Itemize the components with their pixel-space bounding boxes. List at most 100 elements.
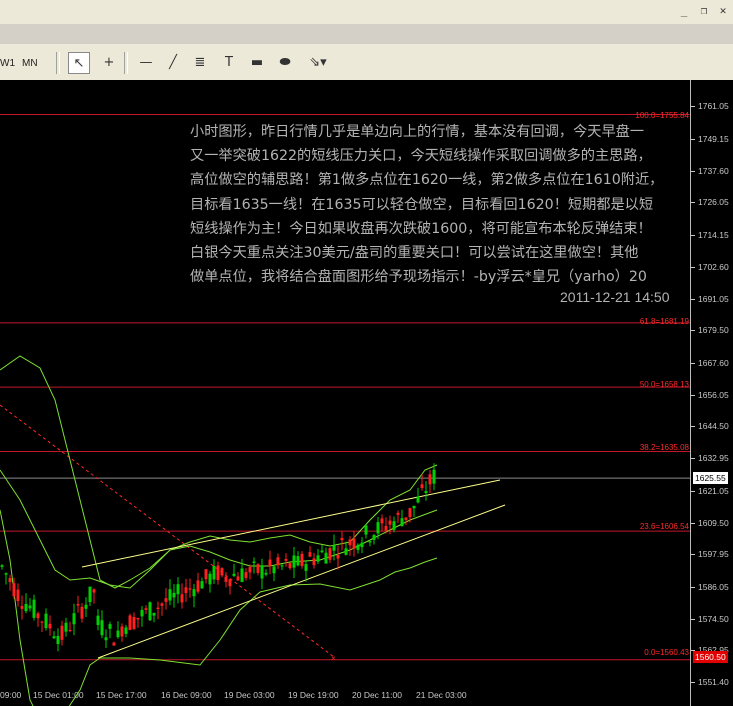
bull-candle: [152, 612, 156, 616]
bull-candle: [432, 469, 436, 484]
bear-candle: [160, 603, 164, 606]
bull-candle: [368, 541, 372, 543]
bear-candle: [92, 589, 96, 593]
bear-candle: [188, 588, 192, 590]
bull-candle: [416, 496, 420, 503]
bear-candle: [120, 626, 124, 637]
bull-candle: [64, 622, 68, 632]
bull-candle: [292, 555, 296, 568]
bear-candle: [128, 615, 132, 631]
price-tick: 1714.15: [691, 230, 729, 240]
bull-candle: [52, 636, 56, 639]
bear-candle: [132, 616, 136, 629]
price-tick: 1691.05: [691, 294, 729, 304]
current-price-badge: 1625.55: [693, 472, 728, 484]
low-price-badge: 1560.50: [693, 651, 728, 663]
bull-candle: [212, 565, 216, 580]
bear-candle: [220, 568, 224, 576]
bull-candle: [344, 548, 348, 555]
bull-candle: [172, 592, 176, 598]
close-icon[interactable]: ✕: [714, 3, 732, 19]
restore-icon[interactable]: ❐: [695, 3, 713, 19]
bear-candle: [396, 512, 400, 515]
horizontal-line-tool-button[interactable]: —: [135, 52, 157, 74]
price-tick: 1656.05: [691, 390, 729, 400]
bear-candle: [336, 554, 340, 559]
bear-candle: [300, 553, 304, 566]
bear-candle: [420, 484, 424, 489]
text-label-tool-button[interactable]: T: [218, 52, 240, 74]
bear-candle: [80, 606, 84, 619]
bull-candle: [140, 609, 144, 617]
bear-candle: [16, 589, 20, 602]
fib-level-label: 61.8=1681.19: [639, 317, 689, 326]
fib-level-label: 23.6=1606.54: [639, 522, 689, 531]
bear-candle: [204, 569, 208, 580]
bull-candle: [100, 620, 104, 636]
price-tick: 1586.05: [691, 582, 729, 592]
bear-candle: [144, 608, 148, 610]
bull-candle: [32, 599, 36, 618]
time-axis-label: 19 Dec 19:00: [288, 690, 339, 700]
bear-candle: [236, 576, 240, 581]
time-axis-label: 15 Dec 17:00: [96, 690, 147, 700]
bull-candle: [88, 586, 92, 603]
price-tick: 1761.05: [691, 101, 729, 111]
annotation-line: 做单点位，我将结合盘面图形给予现场指示！-by浮云*皇兄（yarho）20: [190, 269, 647, 286]
bull-candle: [168, 589, 172, 601]
price-tick: 1702.60: [691, 262, 729, 272]
bear-candle: [248, 567, 252, 573]
timeframe-w1-button[interactable]: W1: [0, 56, 15, 72]
bull-candle: [208, 573, 212, 585]
bull-candle: [84, 604, 88, 609]
bear-candle: [12, 583, 16, 597]
crosshair-tool-button[interactable]: +: [98, 52, 120, 74]
fib-level-label: 100.0=1755.84: [635, 111, 689, 120]
bull-candle: [376, 522, 380, 534]
bull-candle: [124, 627, 128, 634]
cursor-tool-button[interactable]: ↖: [68, 52, 90, 74]
bull-candle: [304, 564, 308, 571]
bull-candle: [72, 613, 76, 625]
bull-candle: [324, 552, 328, 564]
bear-candle: [60, 625, 64, 640]
time-axis-label: 21 Dec 03:00: [416, 690, 467, 700]
bear-candle: [184, 587, 188, 594]
trendline-tool-button[interactable]: ╱: [162, 52, 184, 74]
bull-candle: [108, 624, 112, 629]
bull-candle: [176, 584, 180, 595]
price-tick: 1632.95: [691, 453, 729, 463]
bear-candle: [352, 538, 356, 549]
annotation-line: 白银今天重点关注30美元/盎司的重要关口！可以尝试在这里做空！其他: [190, 245, 639, 262]
ellipse-tool-button[interactable]: ⬬: [274, 52, 296, 74]
fibonacci-tool-button[interactable]: ≣: [189, 52, 211, 74]
bear-candle: [328, 548, 332, 560]
bull-candle: [4, 573, 8, 575]
rectangle-tool-button[interactable]: ▬: [246, 52, 268, 74]
annotation-line: 高位做空的辅思路！第1做多点位在1620一线，第2做多点位在1610附近，: [190, 172, 664, 189]
price-tick: 1737.60: [691, 166, 729, 176]
bear-candle: [224, 576, 228, 582]
arrows-tool-button[interactable]: ⇘▾: [304, 52, 332, 74]
minimize-icon[interactable]: _: [675, 3, 693, 19]
bear-candle: [276, 557, 280, 566]
bear-candle: [136, 617, 140, 620]
price-tick: 1609.50: [691, 518, 729, 528]
price-axis[interactable]: 1761.05 1749.15 1737.60 1726.05 1714.15 …: [690, 80, 733, 706]
bear-candle: [428, 474, 432, 485]
bear-candle: [8, 578, 12, 583]
annotation-line: 短线操作为主！今日如果收盘再次跌破1600，将可能宣布本轮反弹结束！: [190, 220, 652, 237]
bear-candle: [164, 598, 168, 602]
bear-candle: [180, 594, 184, 603]
drawing-toolbar: W1 MN ↖ + — ╱ ≣ T ▬ ⬬ ⇘▾: [0, 44, 733, 81]
bear-candle: [384, 525, 388, 531]
fib-level-label: 0.0=1560.43: [644, 648, 689, 657]
price-tick: 1726.05: [691, 197, 729, 207]
timeframe-mn-button[interactable]: MN: [22, 56, 38, 72]
bear-candle: [20, 606, 24, 609]
bear-candle: [268, 559, 272, 567]
bull-candle: [272, 566, 276, 574]
price-tick: 1644.50: [691, 421, 729, 431]
annotation-line: 小时图形，昨日行情几乎是单边向上的行情，基本没有回调，今天早盘一: [190, 124, 645, 140]
price-chart[interactable]: × 小时图形，昨日行情几乎是单边向上的行情，基本没有回调，今天早盘一 又一举突破…: [0, 80, 733, 706]
